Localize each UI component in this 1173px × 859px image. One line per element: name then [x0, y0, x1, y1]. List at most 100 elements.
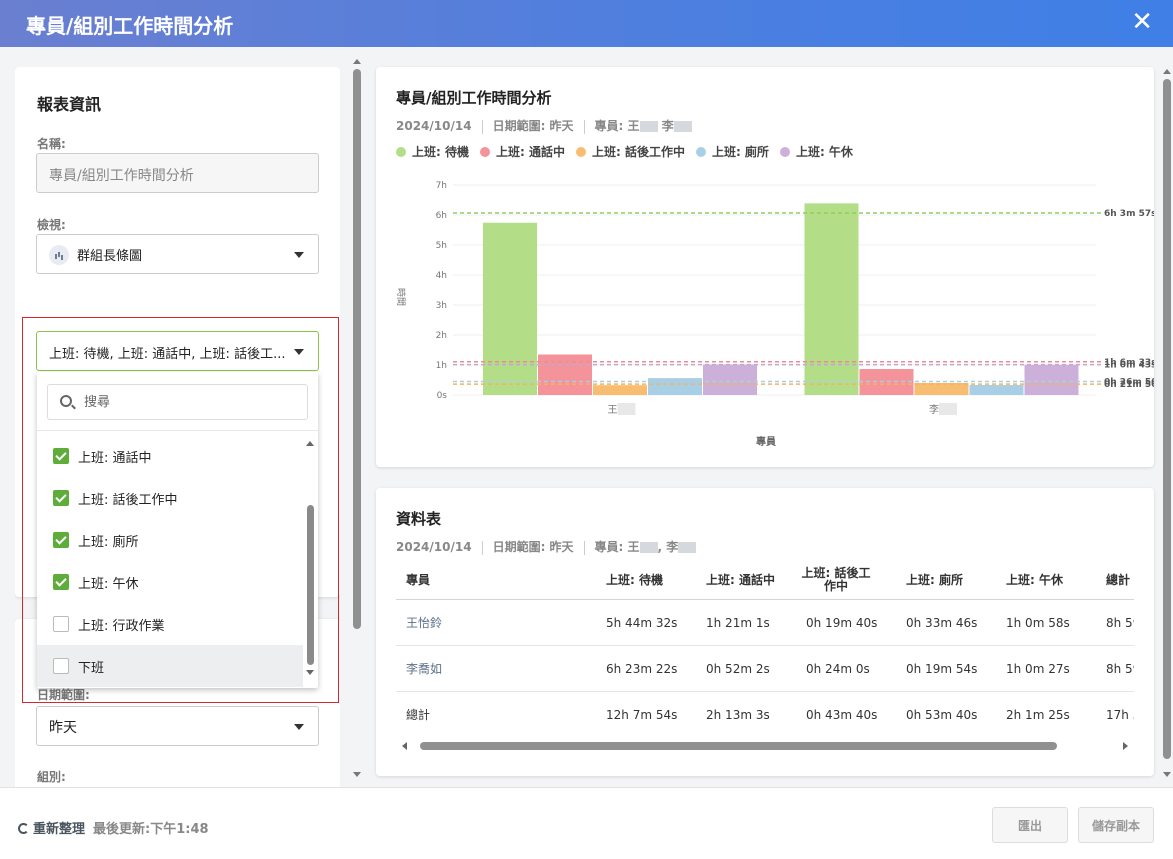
report-info-title: 報表資訊: [37, 95, 102, 114]
table-agent2: , 李: [657, 540, 679, 554]
status-select-value: 上班: 待機, 上班: 通話中, 上班: 話後工...: [49, 347, 286, 362]
y-axis-label: 時間: [395, 288, 406, 306]
table-cell: 0h 24m 0s: [806, 646, 870, 691]
dropdown-option[interactable]: 上班: 行政作業: [37, 603, 303, 645]
scroll-down-icon[interactable]: [1163, 772, 1171, 777]
date-range-select[interactable]: 昨天: [36, 706, 319, 746]
table-row: 總計 12h 7m 54s 2h 13m 3s 0h 43m 40s 0h 53m 40…: [396, 692, 1134, 730]
scroll-left-icon[interactable]: [402, 742, 407, 750]
cell-text: 2h 13m 3s: [706, 707, 770, 722]
name-field[interactable]: 專員/組別工作時間分析: [36, 153, 319, 193]
dropdown-scroll-up-icon[interactable]: [306, 441, 314, 446]
redacted-name: [639, 121, 658, 132]
header-text: 專員: [406, 573, 431, 587]
dropdown-scroll-down-icon[interactable]: [306, 670, 314, 675]
table-header-row: 專員 上班: 待機 上班: 通話中 上班: 話後工作中 上班: 廁所 上班: 午休 總計: [396, 560, 1134, 600]
checkbox-unchecked-icon[interactable]: [53, 616, 69, 632]
cell-text: 李喬如: [406, 662, 443, 676]
scroll-up-icon[interactable]: [1163, 69, 1171, 74]
left-scrollbar[interactable]: [351, 57, 363, 777]
refresh-button[interactable]: 重新整理 最後更新:下午1:48: [18, 818, 209, 837]
cell-text: 8h 59: [1106, 615, 1134, 630]
checkbox-checked-icon[interactable]: [53, 448, 69, 464]
legend-dot-icon: [575, 146, 586, 157]
table-header-cell: 上班: 話後工作中: [796, 560, 876, 599]
cell-text: 12h 7m 54s: [606, 707, 678, 722]
y-tick-label: 6h: [436, 211, 447, 221]
table-header-cell: 上班: 午休: [1006, 560, 1063, 599]
save-copy-button[interactable]: 儲存副本: [1078, 807, 1154, 843]
footer: 重新整理 最後更新:下午1:48 匯出 儲存副本: [0, 787, 1173, 859]
bar: [483, 222, 537, 395]
table-row: 王怡鈴 5h 44m 32s 1h 21m 1s 0h 19m 40s 0h 33m 4…: [396, 600, 1134, 646]
left-scroll-thumb[interactable]: [353, 69, 361, 629]
scroll-up-icon[interactable]: [353, 59, 361, 64]
modal-header: 專員/組別工作時間分析 ✕: [0, 0, 1173, 47]
cell-text: 2h 1m 25s: [1006, 707, 1070, 722]
dropdown-scroll-thumb[interactable]: [307, 505, 314, 665]
checkbox-checked-icon[interactable]: [53, 574, 69, 590]
bar-chart: 0s1h2h3h4h5h6h7h王 李6h 3m 57s1h 6m 33s1h 0…: [395, 181, 1154, 448]
legend-label: 上班: 待機: [412, 145, 469, 159]
bar-chart-icon: [49, 245, 69, 265]
legend-item[interactable]: 上班: 廁所: [695, 143, 769, 160]
checkbox-checked-icon[interactable]: [53, 532, 69, 548]
view-select-value: 群組長條圖: [77, 249, 143, 264]
dropdown-option[interactable]: 上班: 午休: [37, 561, 303, 603]
dropdown-option[interactable]: 上班: 通話中: [37, 435, 303, 477]
table-range: 日期範圍: 昨天: [492, 540, 574, 554]
bar: [593, 385, 647, 395]
table-cell[interactable]: 李喬如: [406, 646, 442, 691]
checkbox-unchecked-icon[interactable]: [53, 658, 69, 674]
legend-dot-icon: [695, 146, 706, 157]
legend-label: 上班: 話後工作中: [591, 145, 685, 159]
reference-line-label: 0h 21m 50s: [1104, 380, 1154, 390]
y-tick-label: 1h: [436, 361, 447, 371]
search-input[interactable]: [84, 393, 294, 411]
dropdown-search[interactable]: [47, 384, 308, 420]
table-cell: 8h 59: [1106, 646, 1134, 691]
reference-line-label: 1h 0m 43s: [1104, 361, 1154, 371]
export-button[interactable]: 匯出: [992, 807, 1068, 843]
table-cell: 2h 13m 3s: [706, 692, 770, 730]
legend-item[interactable]: 上班: 待機: [396, 143, 469, 160]
legend-item[interactable]: 上班: 通話中: [479, 143, 565, 160]
dropdown-option[interactable]: 上班: 話後工作中: [37, 477, 303, 519]
legend-label: 上班: 廁所: [711, 145, 769, 159]
right-scroll-thumb[interactable]: [1163, 79, 1171, 759]
table-horizontal-scrollbar[interactable]: [402, 740, 1128, 752]
table-cell: 17h 5 42s: [1106, 692, 1134, 730]
dropdown-option[interactable]: 下班: [37, 645, 303, 687]
table-cell: 0h 52m 2s: [706, 646, 770, 691]
dropdown-option[interactable]: 上班: 廁所: [37, 519, 303, 561]
scroll-down-icon[interactable]: [353, 772, 361, 777]
scroll-right-icon[interactable]: [1123, 742, 1128, 750]
table-agents: 專員: 王: [594, 540, 640, 554]
close-icon[interactable]: ✕: [1131, 8, 1153, 36]
refresh-icon: [18, 823, 29, 834]
redacted-name: [617, 403, 636, 415]
cell-text: 1h 21m 1s: [706, 615, 770, 630]
header-text: 上班: 午休: [1006, 573, 1063, 587]
data-table: 專員 上班: 待機 上班: 通話中 上班: 話後工作中 上班: 廁所 上班: 午休 總計 王怡…: [396, 560, 1134, 730]
chevron-down-icon: [294, 724, 304, 730]
table-cell[interactable]: 王怡鈴: [406, 600, 442, 645]
view-select[interactable]: 群組長條圖: [36, 234, 319, 274]
right-scrollbar[interactable]: [1161, 67, 1173, 777]
status-dropdown: 上班: 通話中上班: 話後工作中上班: 廁所上班: 午休上班: 行政作業下班: [37, 372, 318, 688]
x-axis-label: 專員: [756, 435, 776, 448]
y-tick-label: 7h: [436, 181, 447, 191]
chart-legend: 上班: 待機 上班: 通話中 上班: 話後工作中 上班: 廁所 上班: 午休: [396, 143, 864, 160]
option-label: 下班: [78, 661, 105, 676]
table-cell: 0h 53m 40s: [906, 692, 977, 730]
table-cell: 0h 19m 54s: [906, 646, 977, 691]
option-label: 上班: 行政作業: [78, 619, 165, 634]
legend-item[interactable]: 上班: 午休: [779, 143, 853, 160]
checkbox-checked-icon[interactable]: [53, 490, 69, 506]
legend-item[interactable]: 上班: 話後工作中: [575, 143, 685, 160]
chevron-down-icon: [294, 252, 304, 258]
status-multi-select[interactable]: 上班: 待機, 上班: 通話中, 上班: 話後工...: [36, 331, 319, 371]
table-scroll-thumb[interactable]: [420, 742, 1057, 750]
table-cell: 1h 0m 27s: [1006, 646, 1070, 691]
cell-text: 0h 24m 0s: [806, 661, 870, 676]
